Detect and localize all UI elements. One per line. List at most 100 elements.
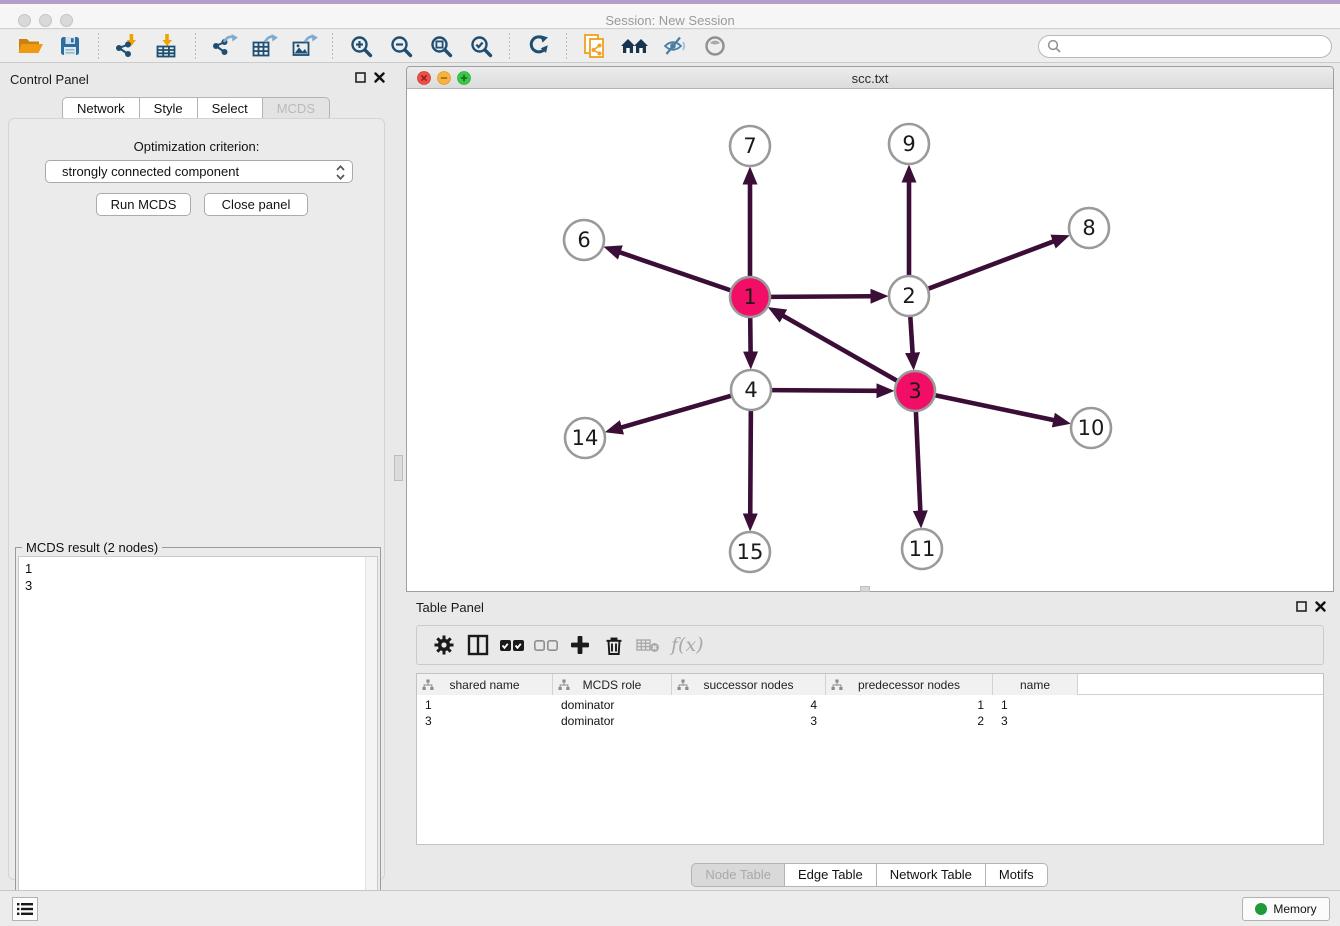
- houses-icon[interactable]: [620, 32, 650, 60]
- mcds-result-box: MCDS result (2 nodes) 13: [15, 547, 381, 926]
- close-panel-icon[interactable]: [1315, 601, 1326, 612]
- deselect-all-icon[interactable]: [529, 629, 563, 661]
- close-panel-button[interactable]: Close panel: [204, 193, 308, 216]
- toolbar-separator: [509, 33, 510, 59]
- cell-shared-name[interactable]: 3: [417, 713, 553, 729]
- titlebar: Session: New Session: [0, 4, 1340, 29]
- zoom-selected-icon[interactable]: [466, 32, 496, 60]
- export-image-icon[interactable]: [289, 32, 319, 60]
- edge-3-10[interactable]: [935, 395, 1054, 420]
- import-table-icon[interactable]: [152, 32, 182, 60]
- control-panel: Control Panel NetworkStyleSelectMCDS Opt…: [0, 66, 393, 890]
- network-view-title: scc.txt: [407, 71, 1333, 86]
- cell-MCDS-role[interactable]: dominator: [553, 713, 672, 729]
- save-icon[interactable]: [55, 32, 85, 60]
- scrollbar[interactable]: [365, 557, 377, 920]
- table-toolbar: f(x): [416, 625, 1324, 665]
- node-label-3: 3: [908, 379, 921, 403]
- table-row[interactable]: 1dominator411: [417, 697, 1323, 713]
- cell-MCDS-role[interactable]: dominator: [553, 697, 672, 713]
- memory-label: Memory: [1273, 902, 1316, 916]
- memory-button[interactable]: Memory: [1242, 897, 1330, 921]
- edge-3-1[interactable]: [783, 316, 898, 381]
- node-label-9: 9: [902, 132, 915, 156]
- edge-1-2[interactable]: [770, 296, 871, 297]
- float-panel-icon[interactable]: [355, 72, 366, 83]
- zoom-out-icon[interactable]: [386, 32, 416, 60]
- edge-2-8[interactable]: [928, 241, 1054, 289]
- column-label: successor nodes: [672, 678, 825, 692]
- control-panel-title: Control Panel: [10, 72, 89, 87]
- list-icon: [17, 902, 33, 916]
- network-view-window: scc.txt 7968124314101511: [406, 66, 1334, 592]
- select-all-icon[interactable]: [495, 629, 529, 661]
- column-label: predecessor nodes: [826, 678, 992, 692]
- add-icon[interactable]: [563, 629, 597, 661]
- column-header-name[interactable]: name: [993, 674, 1078, 695]
- table-panel-title: Table Panel: [416, 600, 484, 615]
- function-icon[interactable]: f(x): [671, 634, 704, 656]
- toolbar-separator: [98, 33, 99, 59]
- edge-4-15[interactable]: [750, 410, 751, 514]
- float-panel-icon[interactable]: [1296, 601, 1307, 612]
- vertical-splitter-handle[interactable]: [394, 455, 403, 481]
- run-mcds-button[interactable]: Run MCDS: [96, 193, 191, 216]
- toolbar-separator: [332, 33, 333, 59]
- node-label-10: 10: [1078, 416, 1105, 440]
- cell-shared-name[interactable]: 1: [417, 697, 553, 713]
- mcds-result-list[interactable]: 13: [18, 556, 378, 921]
- zoom-fit-icon[interactable]: [426, 32, 456, 60]
- delete-table-icon[interactable]: [631, 629, 665, 661]
- column-header-shared-name[interactable]: shared name: [417, 674, 553, 695]
- cell-name[interactable]: 3: [993, 713, 1078, 729]
- network-graph-canvas[interactable]: 7968124314101511: [407, 89, 1333, 591]
- search-icon: [1047, 39, 1061, 53]
- cell-successor-nodes[interactable]: 3: [672, 713, 826, 729]
- edge-1-6[interactable]: [620, 252, 731, 290]
- search-field[interactable]: [1066, 39, 1316, 54]
- clone-network-icon[interactable]: [580, 32, 610, 60]
- node-label-15: 15: [737, 540, 764, 564]
- edge-3-11[interactable]: [916, 411, 920, 511]
- cell-predecessor-nodes[interactable]: 1: [826, 697, 993, 713]
- gear-icon[interactable]: [427, 629, 461, 661]
- cell-name[interactable]: 1: [993, 697, 1078, 713]
- show-eye-icon[interactable]: [700, 32, 730, 60]
- close-panel-icon[interactable]: [374, 72, 385, 83]
- window-title: Session: New Session: [0, 13, 1340, 28]
- task-history-button[interactable]: [12, 897, 38, 921]
- tab-edge-table[interactable]: Edge Table: [784, 863, 877, 887]
- column-header-predecessor-nodes[interactable]: predecessor nodes: [826, 674, 993, 695]
- delete-icon[interactable]: [597, 629, 631, 661]
- node-table[interactable]: shared nameMCDS rolesuccessor nodesprede…: [416, 673, 1324, 845]
- column-label: name: [993, 678, 1077, 692]
- zoom-in-icon[interactable]: [346, 32, 376, 60]
- memory-status-icon: [1255, 903, 1267, 915]
- columns-icon[interactable]: [461, 629, 495, 661]
- cell-predecessor-nodes[interactable]: 2: [826, 713, 993, 729]
- node-label-4: 4: [744, 378, 757, 402]
- column-header-successor-nodes[interactable]: successor nodes: [672, 674, 826, 695]
- toolbar-separator: [566, 33, 567, 59]
- tab-network-table[interactable]: Network Table: [876, 863, 986, 887]
- network-window-titlebar[interactable]: scc.txt: [407, 67, 1333, 89]
- refresh-icon[interactable]: [523, 32, 553, 60]
- column-header-MCDS-role[interactable]: MCDS role: [553, 674, 672, 695]
- export-table-icon[interactable]: [249, 32, 279, 60]
- cell-successor-nodes[interactable]: 4: [672, 697, 826, 713]
- hide-selected-icon[interactable]: [660, 32, 690, 60]
- status-bar: Memory: [0, 890, 1340, 926]
- tab-node-table[interactable]: Node Table: [691, 863, 785, 887]
- criterion-dropdown[interactable]: strongly connected component: [45, 160, 353, 183]
- mcds-tab-content: Optimization criterion: strongly connect…: [8, 118, 385, 880]
- open-file-icon[interactable]: [15, 32, 45, 60]
- horizontal-splitter-handle[interactable]: [860, 586, 870, 592]
- search-input[interactable]: [1038, 35, 1332, 58]
- export-network-icon[interactable]: [209, 32, 239, 60]
- import-network-icon[interactable]: [112, 32, 142, 60]
- edge-4-3[interactable]: [771, 390, 877, 391]
- edge-4-14[interactable]: [622, 396, 732, 428]
- tab-motifs[interactable]: Motifs: [985, 863, 1048, 887]
- edge-2-3[interactable]: [910, 316, 912, 353]
- table-row[interactable]: 3dominator323: [417, 713, 1323, 729]
